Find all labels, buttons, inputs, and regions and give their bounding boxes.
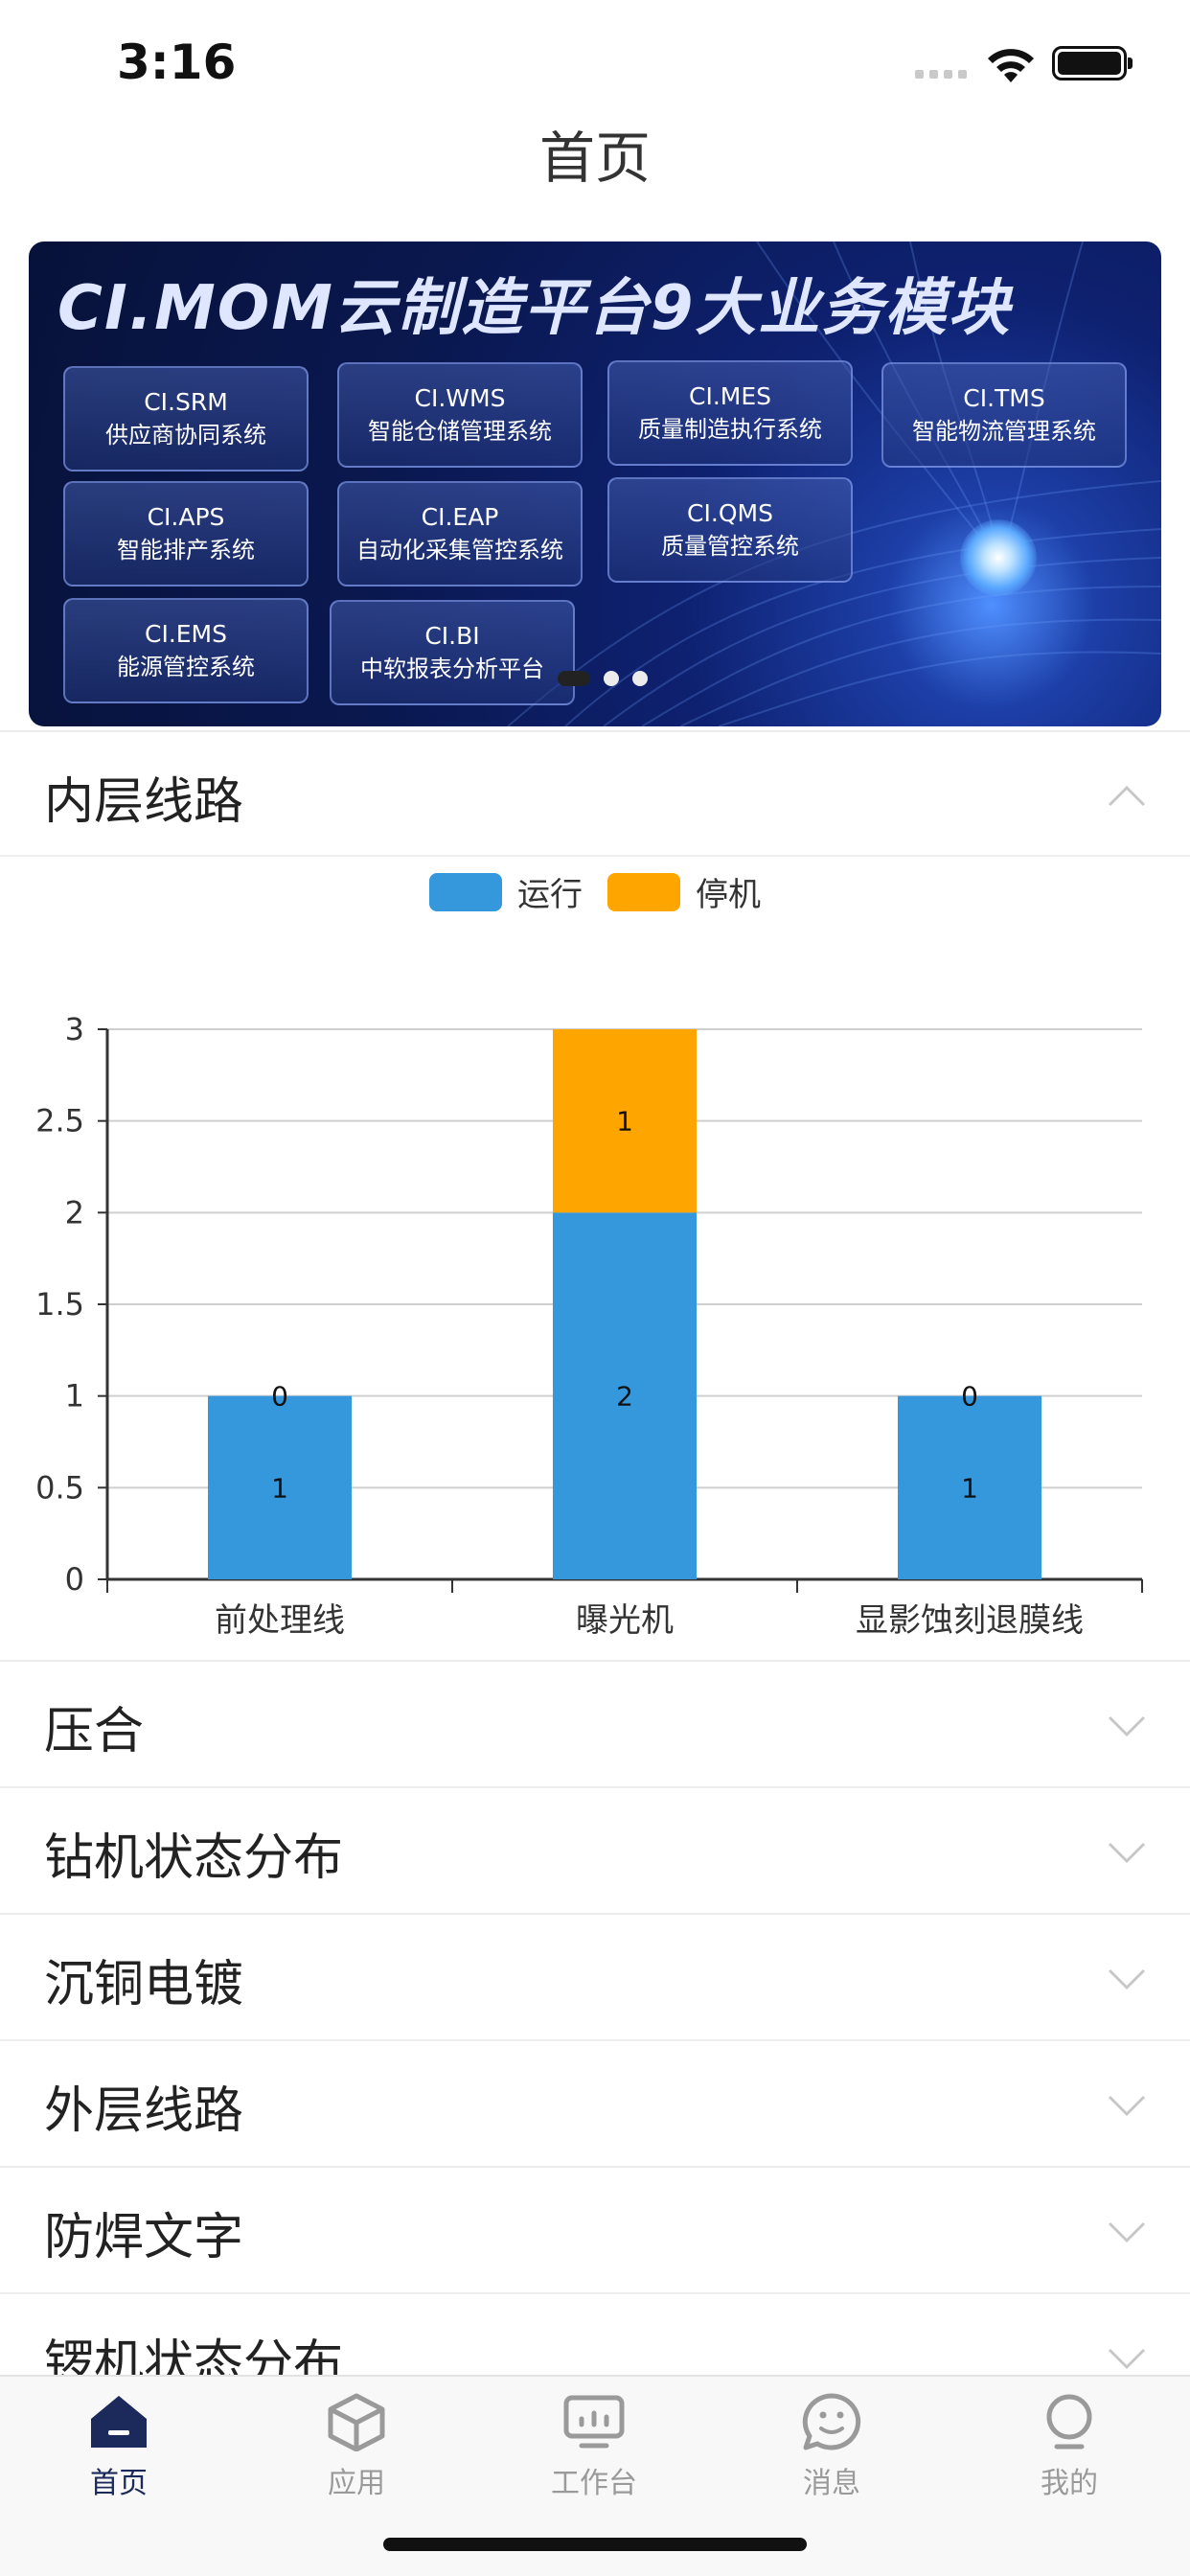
module-code: CI.EAP — [421, 503, 499, 531]
chevron-down-icon[interactable] — [1108, 2338, 1146, 2377]
home-icon — [91, 2396, 147, 2448]
battery-icon — [1052, 46, 1133, 80]
page-title: 首页 — [538, 126, 651, 191]
module-code: CI.BI — [424, 622, 480, 650]
y-tick-label: 0 — [65, 1561, 84, 1598]
status-chart: 运行 停机 0 0.5 1 1.5 2 2.5 3 前处理线 1 0 曝光机 2 1 显影蚀刻退膜线 1 0 — [0, 855, 1190, 1660]
module-code: CI.SRM — [144, 388, 228, 416]
module-desc: 中软报表分析平台 — [360, 656, 544, 682]
section-header-outer-layer[interactable]: 外层线路 — [0, 2039, 1190, 2164]
section-label: 压合 — [44, 1703, 145, 1760]
section-header-lamination[interactable]: 压合 — [0, 1660, 1190, 1784]
section-label: 防焊文字 — [44, 2209, 244, 2266]
module-desc: 供应商协同系统 — [105, 422, 266, 448]
module-code: CI.TMS — [963, 384, 1045, 412]
module-desc: 质量制造执行系统 — [638, 416, 822, 443]
carousel-pagination — [558, 671, 648, 686]
y-tick-label: 1 — [65, 1378, 84, 1414]
y-tick-label: 2 — [65, 1194, 84, 1230]
module-desc: 智能排产系统 — [117, 537, 255, 564]
chevron-up-icon[interactable] — [1108, 776, 1146, 815]
module-card-srm[interactable]: CI.SRM 供应商协同系统 — [63, 366, 309, 472]
tab-label: 工作台 — [551, 2467, 637, 2500]
module-desc: 质量管控系统 — [661, 533, 799, 560]
module-card-ems[interactable]: CI.EMS 能源管控系统 — [63, 598, 309, 703]
monitor-icon — [563, 2395, 625, 2449]
chevron-down-icon[interactable] — [1108, 1706, 1146, 1744]
banner-title: CI.MOM云制造平台9大业务模块 — [57, 273, 1012, 344]
tab-label: 首页 — [90, 2467, 148, 2500]
cellular-signal-icon — [915, 70, 967, 79]
tab-label: 我的 — [1041, 2467, 1098, 2500]
cube-icon — [328, 2393, 385, 2451]
module-desc: 智能物流管理系统 — [912, 418, 1096, 445]
module-card-mes[interactable]: CI.MES 质量制造执行系统 — [607, 360, 853, 466]
chevron-down-icon[interactable] — [1108, 2212, 1146, 2250]
module-code: CI.APS — [147, 503, 225, 531]
chat-icon — [802, 2393, 861, 2450]
chevron-down-icon[interactable] — [1108, 1832, 1146, 1871]
data-label: 1 — [271, 1472, 288, 1504]
y-tick-label: 0.5 — [35, 1469, 84, 1506]
wifi-icon — [988, 49, 1034, 82]
tab-label: 应用 — [328, 2467, 385, 2500]
x-tick-label: 曝光机 — [576, 1601, 674, 1640]
x-tick-label: 显影蚀刻退膜线 — [856, 1601, 1084, 1640]
tab-profile[interactable]: 我的 — [993, 2392, 1146, 2501]
tab-workbench[interactable]: 工作台 — [517, 2392, 671, 2501]
module-code: CI.MES — [688, 382, 771, 410]
module-card-tms[interactable]: CI.TMS 智能物流管理系统 — [881, 362, 1127, 468]
chart-plot: 0 0.5 1 1.5 2 2.5 3 前处理线 1 0 曝光机 2 1 显影蚀刻退膜线 1 0 — [35, 1011, 1143, 1640]
module-card-bi[interactable]: CI.BI 中软报表分析平台 — [330, 600, 575, 705]
tab-messages[interactable]: 消息 — [755, 2392, 908, 2501]
section-header-solder-mask[interactable]: 防焊文字 — [0, 2166, 1190, 2290]
data-label: 1 — [961, 1472, 978, 1504]
data-label: 2 — [616, 1381, 633, 1413]
module-desc: 自动化采集管控系统 — [356, 537, 563, 564]
x-tick-label: 前处理线 — [215, 1601, 345, 1640]
chevron-down-icon[interactable] — [1108, 2085, 1146, 2124]
section-header-plating[interactable]: 沉铜电镀 — [0, 1913, 1190, 2037]
data-label: 1 — [616, 1106, 633, 1138]
tab-apps[interactable]: 应用 — [280, 2392, 433, 2501]
section-header-inner-layer[interactable]: 内层线路 — [0, 730, 1190, 855]
tab-home[interactable]: 首页 — [42, 2392, 195, 2501]
section-label: 外层线路 — [44, 2082, 244, 2140]
home-indicator — [383, 2538, 807, 2551]
tab-label: 消息 — [803, 2467, 860, 2500]
module-card-qms[interactable]: CI.QMS 质量管控系统 — [607, 477, 853, 583]
section-header-drilling[interactable]: 钻机状态分布 — [0, 1786, 1190, 1911]
section-label: 沉铜电镀 — [44, 1956, 244, 2013]
glow-orb-icon — [960, 519, 1037, 596]
module-card-aps[interactable]: CI.APS 智能排产系统 — [63, 481, 309, 586]
carousel-dot[interactable] — [604, 671, 619, 686]
status-bar: 3:16 — [0, 0, 1190, 125]
section-label: 内层线路 — [44, 773, 244, 831]
carousel-dot[interactable] — [632, 671, 648, 686]
status-time: 3:16 — [117, 34, 237, 90]
banner-carousel[interactable]: CI.MOM云制造平台9大业务模块 CI.SRM 供应商协同系统 CI.WMS … — [29, 242, 1161, 726]
chevron-down-icon[interactable] — [1108, 1959, 1146, 1997]
carousel-dot[interactable] — [558, 671, 590, 686]
data-label: 0 — [961, 1381, 978, 1413]
module-card-wms[interactable]: CI.WMS 智能仓储管理系统 — [337, 362, 583, 468]
module-code: CI.QMS — [687, 499, 773, 527]
module-desc: 智能仓储管理系统 — [368, 418, 552, 445]
module-code: CI.WMS — [414, 384, 506, 412]
y-tick-label: 3 — [65, 1011, 84, 1047]
y-tick-label: 2.5 — [35, 1103, 84, 1139]
module-code: CI.EMS — [144, 620, 227, 648]
profile-icon — [1046, 2394, 1092, 2450]
y-tick-label: 1.5 — [35, 1286, 84, 1322]
module-desc: 能源管控系统 — [117, 654, 255, 680]
data-label: 0 — [271, 1381, 288, 1413]
section-label: 钻机状态分布 — [44, 1829, 344, 1887]
module-card-eap[interactable]: CI.EAP 自动化采集管控系统 — [337, 481, 583, 586]
